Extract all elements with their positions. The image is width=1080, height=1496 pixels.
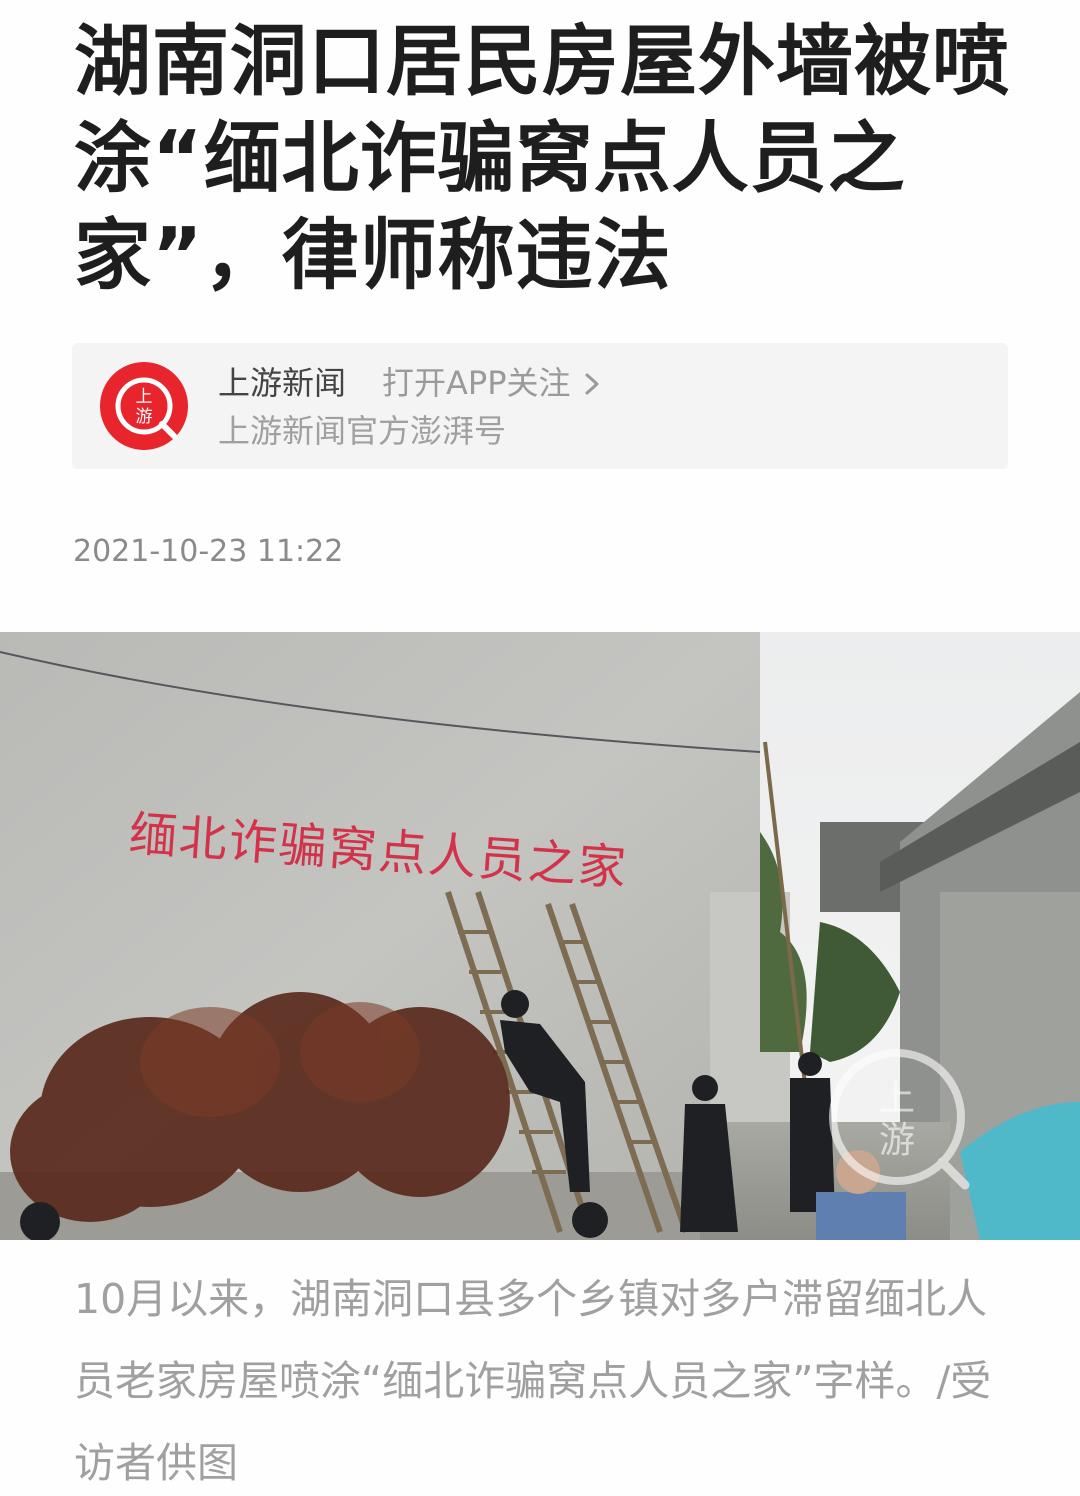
article-photo: 缅北诈骗窝点人员之家 上 游 [0, 632, 1080, 1240]
svg-text:上: 上 [879, 1078, 915, 1119]
shangyou-logo-icon[interactable]: 上 游 [100, 362, 188, 450]
source-card[interactable]: 上 游 上游新闻 打开APP关注 上游新闻官方澎湃号 [72, 343, 1008, 469]
open-app-follow-link[interactable]: 打开APP关注 [382, 363, 603, 403]
svg-text:上: 上 [136, 387, 153, 407]
svg-text:游: 游 [879, 1120, 915, 1161]
article-headline: 湖南洞口居民房屋外墙被喷涂“缅北诈骗窝点人员之家”，律师称违法 [74, 18, 1010, 301]
photo-illustration: 缅北诈骗窝点人员之家 上 游 [0, 632, 1080, 1240]
source-name[interactable]: 上游新闻 [218, 363, 346, 403]
article-page: 湖南洞口居民房屋外墙被喷涂“缅北诈骗窝点人员之家”，律师称违法 上 游 上游新闻… [0, 0, 1080, 1496]
chevron-right-icon [581, 368, 603, 398]
source-subtitle: 上游新闻官方澎湃号 [218, 412, 507, 450]
svg-text:游: 游 [136, 407, 153, 427]
publish-timestamp: 2021-10-23 11:22 [73, 534, 344, 569]
follow-label: 打开APP关注 [382, 364, 571, 402]
photo-caption: 10月以来，湖南洞口县多个乡镇对多户滞留缅北人员老家房屋喷涂“缅北诈骗窝点人员之… [74, 1275, 992, 1487]
